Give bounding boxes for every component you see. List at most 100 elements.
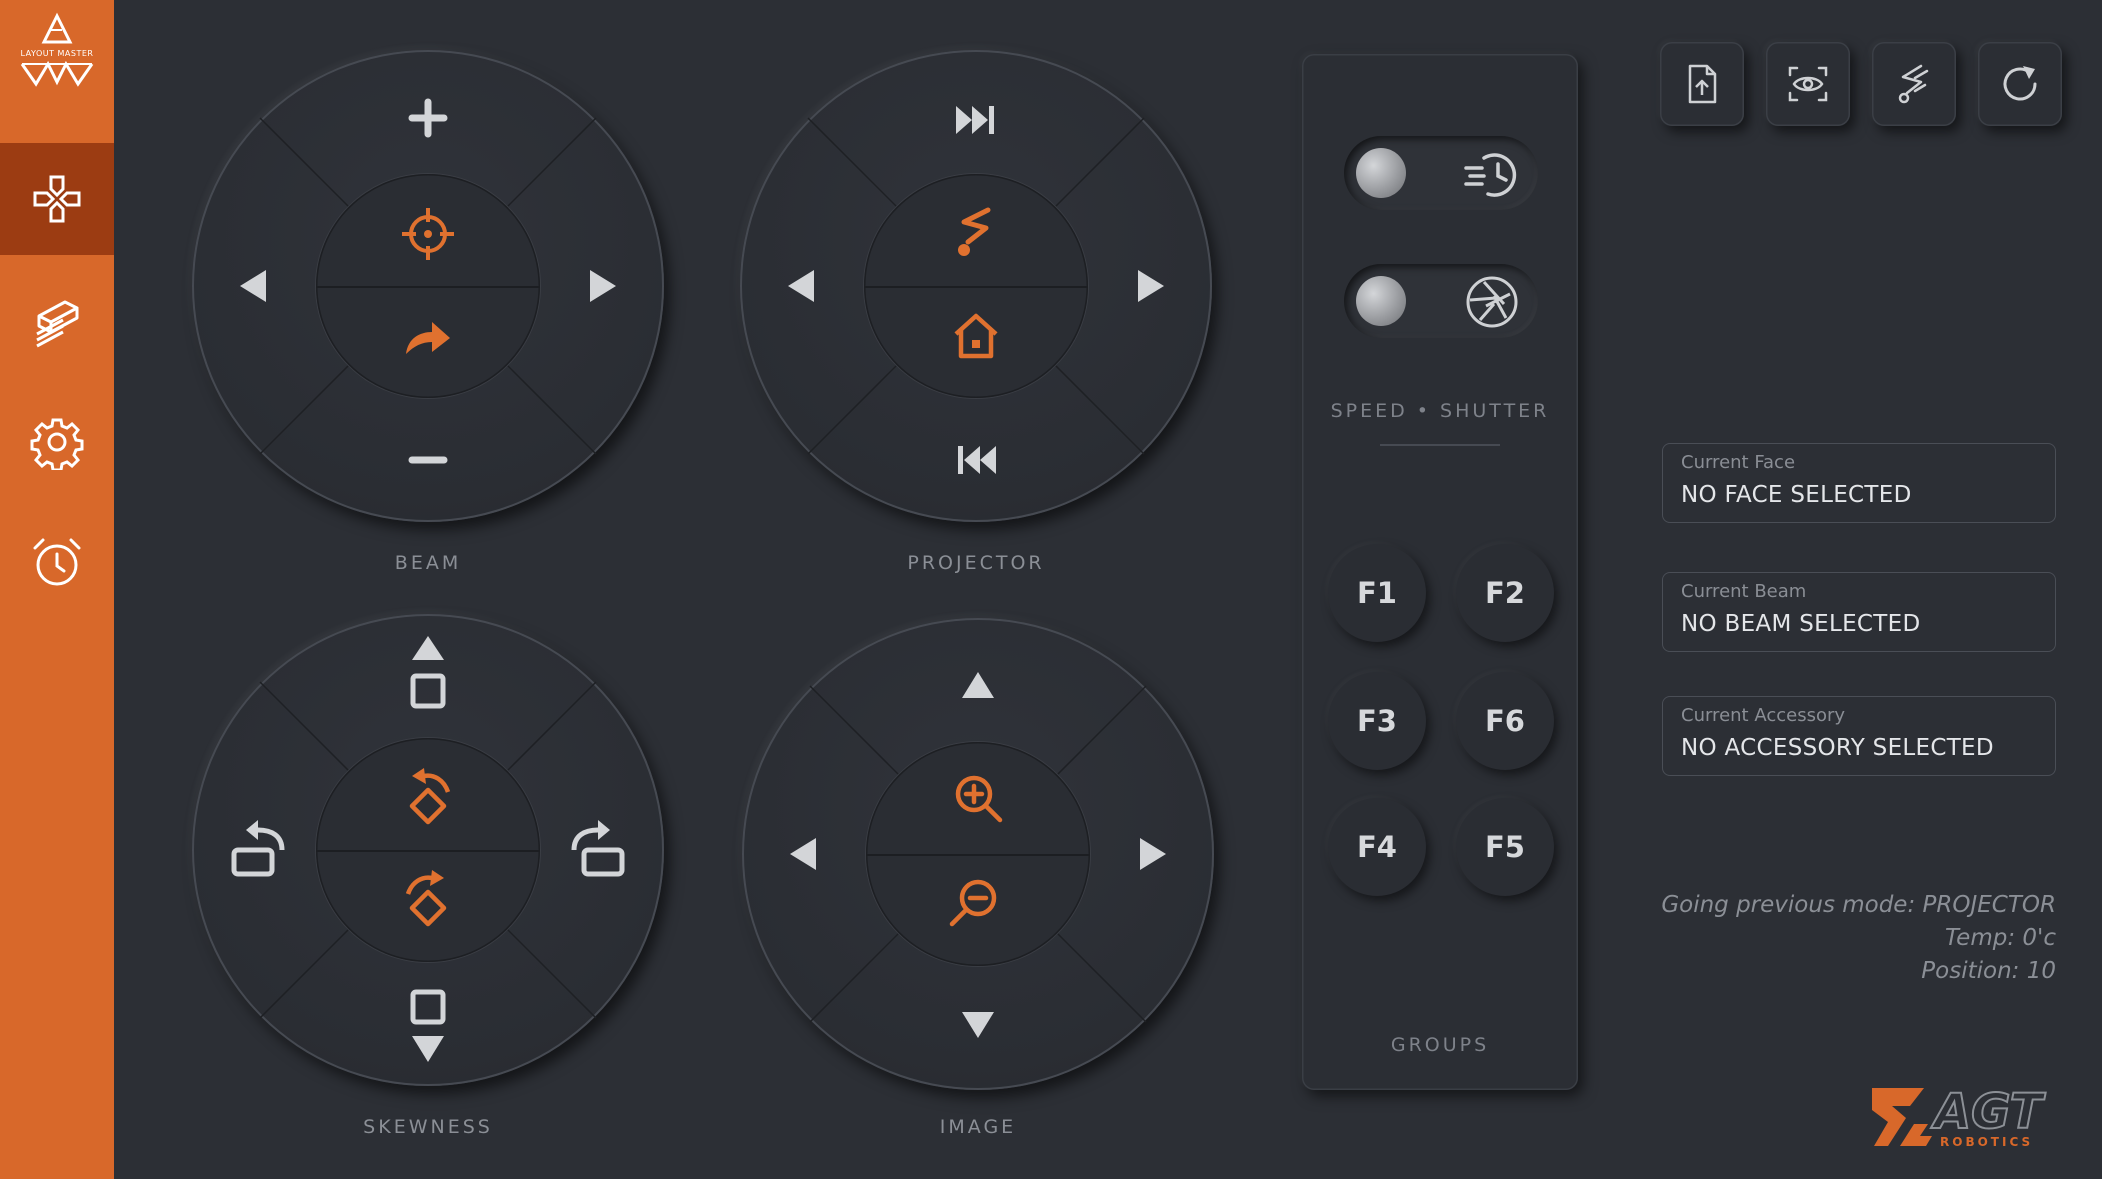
beam-left-button[interactable] — [232, 264, 276, 312]
projector-dial — [740, 50, 1212, 522]
laser-icon — [1898, 64, 1929, 104]
rotate-ccw-diamond-icon — [409, 768, 451, 825]
current-accessory-value: NO ACCESSORY SELECTED — [1681, 735, 1994, 761]
skew-rotate-cw-button[interactable] — [398, 868, 458, 936]
skip-forward-icon — [956, 106, 994, 134]
app-logo: LAYOUT MASTER — [14, 12, 100, 92]
group-f5-button[interactable]: F5 — [1456, 798, 1554, 896]
minus-icon — [408, 456, 448, 464]
beam-center — [316, 174, 540, 398]
projector-next-button[interactable] — [952, 98, 1000, 146]
alarm-clock-icon — [33, 538, 81, 586]
speed-toggle[interactable] — [1344, 136, 1538, 210]
toggle-knob[interactable] — [1356, 276, 1406, 326]
laser-level-icon — [36, 300, 79, 348]
upload-file-button[interactable] — [1660, 42, 1744, 126]
beam-right-button[interactable] — [580, 264, 624, 312]
toggle-knob[interactable] — [1356, 148, 1406, 198]
home-icon — [954, 313, 998, 359]
image-down-button[interactable] — [956, 1002, 1000, 1050]
skew-down-button[interactable] — [406, 988, 450, 1072]
laser-icon — [958, 207, 991, 256]
skewness-center — [316, 738, 540, 962]
group-f6-button[interactable]: F6 — [1456, 672, 1554, 770]
projector-laser-button[interactable] — [948, 204, 1004, 268]
agt-logo-icon: AGT ROBOTICS — [1872, 1083, 2047, 1149]
skip-back-icon — [958, 446, 996, 474]
skew-down-icon — [410, 989, 446, 1062]
skew-left-button[interactable] — [228, 816, 294, 886]
skew-up-button[interactable] — [406, 634, 450, 718]
status-position: Position: 10 — [1921, 958, 2056, 984]
arrow-left-icon — [790, 838, 816, 870]
sidebar: LAYOUT MASTER — [0, 0, 114, 1179]
beam-label: BEAM — [394, 552, 462, 574]
projector-home-button[interactable] — [948, 308, 1004, 368]
gear-icon — [30, 418, 84, 470]
current-beam-value: NO BEAM SELECTED — [1681, 611, 1921, 637]
beam-dial — [192, 50, 664, 522]
current-accessory-label: Current Accessory — [1681, 705, 1846, 726]
current-face-value: NO FACE SELECTED — [1681, 482, 1912, 508]
sidebar-item-settings[interactable] — [0, 386, 114, 498]
group-f1-button[interactable]: F1 — [1328, 544, 1426, 642]
crosshair-icon — [402, 208, 454, 260]
groups-label: GROUPS — [1390, 1034, 1490, 1056]
shutter-toggle[interactable] — [1344, 264, 1538, 338]
arrow-right-icon — [590, 270, 616, 302]
group-f3-button[interactable]: F3 — [1328, 672, 1426, 770]
view-scan-button[interactable] — [1766, 42, 1850, 126]
rotate-left-box-icon — [231, 820, 285, 877]
arrow-right-icon — [1140, 838, 1166, 870]
projector-prev-button[interactable] — [952, 438, 1000, 486]
status-temp: Temp: 0'c — [1944, 925, 2056, 951]
skewness-label: SKEWNESS — [363, 1116, 493, 1138]
projector-label: PROJECTOR — [907, 552, 1045, 574]
beam-minus-button[interactable] — [406, 438, 450, 486]
current-face-box: Current Face NO FACE SELECTED — [1662, 443, 2056, 523]
image-up-button[interactable] — [956, 664, 1000, 712]
gamepad-icon — [33, 175, 81, 223]
beam-redirect-button[interactable] — [400, 310, 456, 370]
zoom-out-icon — [949, 879, 997, 927]
status-mode: Going previous mode: PROJECTOR — [1661, 892, 2056, 918]
sidebar-item-control[interactable] — [0, 143, 114, 255]
arrow-left-icon — [240, 270, 266, 302]
group-f4-button[interactable]: F4 — [1328, 798, 1426, 896]
skew-rotate-ccw-button[interactable] — [398, 766, 458, 834]
skewness-dial — [192, 614, 664, 1086]
sidebar-item-alarm[interactable] — [0, 506, 114, 618]
arrow-down-icon — [962, 1012, 994, 1038]
zoom-out-button[interactable] — [946, 876, 1002, 936]
image-left-button[interactable] — [782, 832, 826, 880]
current-accessory-box: Current Accessory NO ACCESSORY SELECTED — [1662, 696, 2056, 776]
current-beam-label: Current Beam — [1681, 581, 1807, 602]
skew-right-button[interactable] — [562, 816, 628, 886]
zoom-in-icon — [955, 775, 1003, 823]
zoom-in-button[interactable] — [950, 772, 1006, 832]
group-f2-button[interactable]: F2 — [1456, 544, 1554, 642]
projector-right-button[interactable] — [1128, 264, 1172, 312]
beam-target-button[interactable] — [400, 206, 456, 266]
speed-shutter-groups-panel: SPEED • SHUTTER F1 F2 F3 F6 F4 F5 GROUPS — [1302, 54, 1578, 1090]
rotate-cw-diamond-icon — [405, 870, 447, 927]
projector-center — [864, 174, 1088, 398]
sidebar-item-laser[interactable] — [0, 266, 114, 378]
laser-toggle-button[interactable] — [1872, 42, 1956, 126]
redirect-arrow-icon — [406, 322, 450, 354]
arrow-left-icon — [788, 270, 814, 302]
skew-up-icon — [410, 636, 446, 709]
image-dial — [742, 618, 1214, 1090]
current-beam-box: Current Beam NO BEAM SELECTED — [1662, 572, 2056, 652]
image-right-button[interactable] — [1130, 832, 1174, 880]
image-label: IMAGE — [939, 1116, 1017, 1138]
speed-clock-icon — [1464, 153, 1517, 197]
arrow-right-icon — [1138, 270, 1164, 302]
eye-scan-icon — [1788, 66, 1828, 102]
logo-text: LAYOUT MASTER — [20, 49, 94, 58]
projector-left-button[interactable] — [780, 264, 824, 312]
beam-plus-button[interactable] — [406, 96, 450, 144]
refresh-button[interactable] — [1978, 42, 2062, 126]
panel-divider — [1380, 444, 1500, 446]
speed-shutter-label: SPEED • SHUTTER — [1330, 400, 1550, 422]
